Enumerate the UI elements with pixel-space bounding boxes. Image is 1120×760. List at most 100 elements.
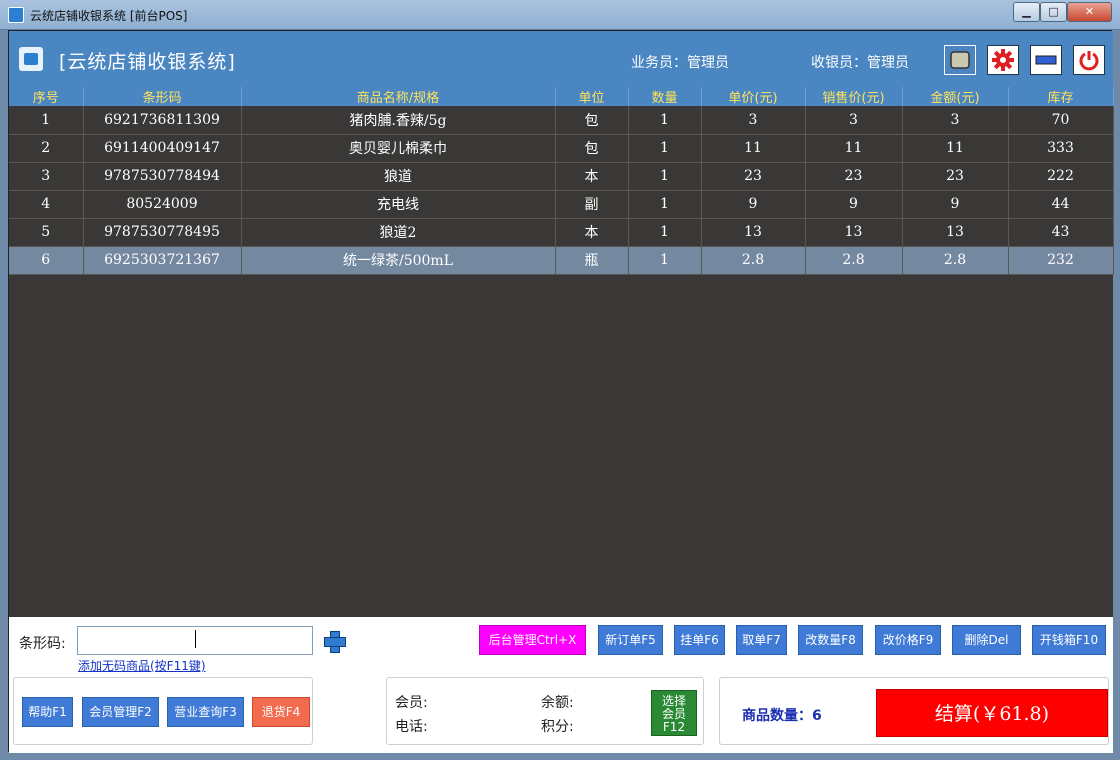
column-header[interactable]: 单价(元): [701, 87, 806, 106]
window-minimize-button[interactable]: ▁: [1013, 2, 1040, 22]
app-frame: [云统店铺收银系统] 业务员：管理员 收银员：管理员 序号 条形码 商品名称/规…: [8, 30, 1114, 753]
window-title: 云统店铺收银系统 [前台POS]: [30, 9, 188, 23]
table-row[interactable]: 3 9787530778494 狼道本 1 23 23 23 222: [9, 162, 1114, 191]
table-cell: 1: [628, 106, 702, 135]
table-cell: 13: [701, 218, 806, 247]
table-cell: 2.8: [701, 246, 806, 275]
window-maximize-button[interactable]: □: [1040, 2, 1067, 22]
app-header: [云统店铺收银系统] 业务员：管理员 收银员：管理员: [9, 31, 1113, 87]
table-cell: 奥贝婴儿棉柔巾: [241, 134, 556, 163]
table-cell: 充电线: [241, 190, 556, 219]
change-quantity-button[interactable]: 改数量F8: [798, 625, 863, 655]
cashier-label: 收银员：管理员: [811, 55, 909, 71]
table-cell: 9: [902, 190, 1009, 219]
phone-label: 电话:: [395, 719, 428, 735]
item-count-label: 商品数量：6: [742, 708, 822, 724]
table-cell: 瓶: [555, 246, 629, 275]
table-header-row: 序号 条形码 商品名称/规格 单位 数量 单价(元) 销售价(元) 金额(元) 库存: [9, 87, 1114, 106]
sales-query-button[interactable]: 营业查询F3: [167, 697, 244, 727]
table-cell: 11: [701, 134, 806, 163]
change-price-button[interactable]: 改价格F9: [875, 625, 941, 655]
hold-order-button[interactable]: 挂单F6: [674, 625, 725, 655]
screen-button[interactable]: [944, 45, 976, 75]
table-cell: 43: [1008, 218, 1114, 247]
table-cell: 13: [805, 218, 903, 247]
member-label: 会员:: [395, 695, 428, 711]
table-cell: 11: [805, 134, 903, 163]
table-row[interactable]: 5 9787530778495 狼道2 本 1 13 13 13 43: [9, 218, 1114, 247]
table-cell: 3: [902, 106, 1009, 135]
table-cell: 1: [9, 106, 84, 135]
table-cell: 9: [805, 190, 903, 219]
window-close-button[interactable]: ✕: [1067, 2, 1112, 22]
member-management-button[interactable]: 会员管理F2: [82, 697, 159, 727]
table-cell: 9: [701, 190, 806, 219]
table-cell: 3: [9, 162, 84, 191]
table-cell: 统一绿茶/500mL: [241, 246, 556, 275]
table-cell: 4: [9, 190, 84, 219]
table-cell: 1: [628, 162, 702, 191]
power-off-button[interactable]: [1073, 45, 1105, 75]
table-cell: 2.8: [805, 246, 903, 275]
table-cell: 狼道2: [241, 218, 556, 247]
retrieve-order-button[interactable]: 取单F7: [736, 625, 787, 655]
table-cell: 1: [628, 246, 702, 275]
table-cell: 1: [628, 218, 702, 247]
checkout-box: 商品数量：6 结算(￥61.8): [719, 677, 1109, 745]
table-cell: 3: [805, 106, 903, 135]
table-cell: 44: [1008, 190, 1114, 219]
column-header[interactable]: 条形码: [83, 87, 242, 106]
new-order-button[interactable]: 新订单F5: [598, 625, 663, 655]
table-cell: 80524009: [83, 190, 242, 219]
table-body: 1 6921736811309 猪肉脯.香辣/5g 包 1 3 3 3 70 2 691140040…: [9, 106, 1114, 275]
table-cell: 包: [555, 134, 629, 163]
function-box: 帮助F1 会员管理F2 营业查询F3 退货F4: [13, 677, 313, 745]
minimize-app-button[interactable]: [1030, 45, 1062, 75]
column-header[interactable]: 数量: [628, 87, 702, 106]
screen-icon: [950, 51, 970, 69]
table-cell: 6: [9, 246, 84, 275]
table-cell: 232: [1008, 246, 1114, 275]
table-cell: 本: [555, 162, 629, 191]
salesperson-label: 业务员：管理员: [631, 55, 729, 71]
return-goods-button[interactable]: 退货F4: [252, 697, 310, 727]
table-cell: 1: [628, 134, 702, 163]
checkout-button[interactable]: 结算(￥61.8): [876, 689, 1108, 737]
table-cell: 5: [9, 218, 84, 247]
table-row[interactable]: 1 6921736811309 猪肉脯.香辣/5g 包 1 3 3 3 70: [9, 106, 1114, 135]
table-cell: 9787530778495: [83, 218, 242, 247]
table-cell: 6925303721367: [83, 246, 242, 275]
settings-button[interactable]: [987, 45, 1019, 75]
window-titlebar: 云统店铺收银系统 [前台POS] ▁ □ ✕: [0, 0, 1120, 30]
backend-management-button[interactable]: 后台管理Ctrl+X: [479, 625, 586, 655]
column-header[interactable]: 库存: [1008, 87, 1114, 106]
table-cell: 本: [555, 218, 629, 247]
table-cell: 2.8: [902, 246, 1009, 275]
barcode-label: 条形码:: [19, 636, 66, 652]
table-row[interactable]: 2 6911400409147 奥贝婴儿棉柔巾包 1 11 11 11 333: [9, 134, 1114, 163]
member-info-box: 会员: 电话: 余额: 积分: 选择 会员 F12: [386, 677, 704, 745]
table-row[interactable]: 6 6925303721367 统一绿茶/500mL 瓶 1 2.8 2.8 2.8 232: [9, 246, 1114, 275]
table-cell: 狼道: [241, 162, 556, 191]
column-header[interactable]: 金额(元): [902, 87, 1009, 106]
balance-label: 余额:: [541, 695, 574, 711]
open-cash-drawer-button[interactable]: 开钱箱F10: [1032, 625, 1106, 655]
plus-icon[interactable]: [323, 630, 346, 653]
table-cell: 1: [628, 190, 702, 219]
column-header[interactable]: 单位: [555, 87, 629, 106]
add-no-code-item-link[interactable]: 添加无码商品(按F11键): [78, 657, 206, 674]
table-row[interactable]: 4 80524009 充电线副 1 9 9 9 44: [9, 190, 1114, 219]
app-logo-icon: [19, 47, 43, 71]
table-cell: 6921736811309: [83, 106, 242, 135]
help-button[interactable]: 帮助F1: [22, 697, 73, 727]
column-header[interactable]: 销售价(元): [805, 87, 903, 106]
table-cell: 猪肉脯.香辣/5g: [241, 106, 556, 135]
table-cell: 11: [902, 134, 1009, 163]
app-icon: [8, 7, 24, 23]
column-header[interactable]: 商品名称/规格: [241, 87, 556, 106]
column-header[interactable]: 序号: [9, 87, 84, 106]
delete-item-button[interactable]: 删除Del: [952, 625, 1021, 655]
table-cell: 70: [1008, 106, 1114, 135]
table-cell: 23: [902, 162, 1009, 191]
select-member-button[interactable]: 选择 会员 F12: [651, 690, 697, 736]
